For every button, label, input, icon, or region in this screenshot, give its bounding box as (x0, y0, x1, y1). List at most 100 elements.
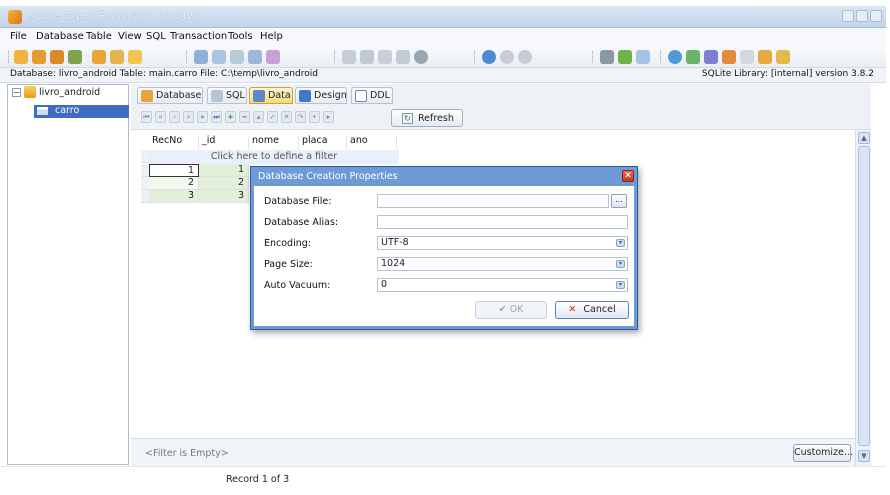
menu-file[interactable]: File (10, 31, 27, 42)
restore-icon[interactable] (110, 50, 124, 64)
attach-database-icon[interactable] (50, 50, 64, 64)
menu-tools[interactable]: Tools (228, 31, 253, 42)
column-header-recno[interactable]: RecNo (149, 135, 199, 149)
database-alias-field[interactable] (377, 215, 628, 229)
vacuum-icon[interactable] (128, 50, 142, 64)
empty-table-icon[interactable] (248, 50, 262, 64)
table-row-id-cell[interactable]: 2 (199, 177, 249, 190)
dialog-close-icon[interactable]: ✕ (622, 170, 634, 182)
table-row-recno-cell[interactable]: 3 (149, 190, 199, 203)
next-page-icon[interactable]: » (197, 111, 208, 123)
window-icon[interactable] (636, 50, 650, 64)
table-row-recno-cell[interactable]: 2 (149, 177, 199, 190)
insert-record-icon[interactable]: + (225, 111, 236, 123)
tab-database[interactable]: Database (137, 87, 203, 104)
tab-design[interactable]: Design (295, 87, 347, 104)
home-icon[interactable] (740, 50, 754, 64)
toolbar (0, 46, 886, 68)
tab-sql[interactable]: SQL (207, 87, 247, 104)
auto-vacuum-select[interactable]: 0 ▾ (377, 278, 628, 292)
post-edit-icon[interactable]: ✓ (267, 111, 278, 123)
scroll-up-icon[interactable]: ▲ (858, 132, 870, 144)
column-header-ano[interactable]: ano (347, 135, 397, 149)
next-record-icon[interactable]: › (183, 111, 194, 123)
app-icon (8, 10, 22, 24)
menu-transaction[interactable]: Transaction (170, 31, 227, 42)
stop-icon[interactable] (414, 50, 428, 64)
drop-table-icon[interactable] (266, 50, 280, 64)
filter-icon[interactable] (618, 50, 632, 64)
delete-record-icon[interactable]: − (239, 111, 250, 123)
settings-gear-icon[interactable] (600, 50, 614, 64)
copy-icon[interactable] (342, 50, 356, 64)
cancel-button[interactable]: ✕ Cancel (555, 301, 629, 319)
collapse-icon[interactable]: − (12, 88, 21, 97)
column-header-id[interactable]: _id (199, 135, 249, 149)
refresh-data-icon[interactable]: ↷ (295, 111, 306, 123)
goto-bookmark-icon[interactable]: ▸ (323, 111, 334, 123)
menu-sql[interactable]: SQL (146, 31, 166, 42)
info-bar: Database: livro_android Table: main.carr… (0, 68, 886, 83)
prior-page-icon[interactable]: « (155, 111, 166, 123)
column-header-placa[interactable]: placa (299, 135, 347, 149)
cancel-edit-icon[interactable]: ✕ (281, 111, 292, 123)
scroll-down-icon[interactable]: ▼ (858, 450, 870, 462)
refresh-button[interactable]: ↻ Refresh (391, 109, 463, 127)
detach-database-icon[interactable] (68, 50, 82, 64)
vertical-scrollbar[interactable]: ▲ ▼ (855, 130, 871, 466)
execute-icon[interactable] (482, 50, 496, 64)
commit-icon[interactable] (500, 50, 514, 64)
scissors-icon[interactable] (704, 50, 718, 64)
table-row-id-cell[interactable]: 1 (199, 164, 249, 177)
tree-node-database[interactable]: livro_android (39, 87, 100, 98)
table-row-id-cell[interactable]: 3 (199, 190, 249, 203)
rollback-icon[interactable] (518, 50, 532, 64)
export-icon[interactable] (758, 50, 772, 64)
menu-view[interactable]: View (118, 31, 142, 42)
menu-table[interactable]: Table (86, 31, 112, 42)
set-bookmark-icon[interactable]: • (309, 111, 320, 123)
design-table-icon[interactable] (212, 50, 226, 64)
filter-row[interactable]: Click here to define a filter (149, 150, 399, 164)
last-page-icon[interactable]: ⏭ (211, 111, 222, 123)
encoding-select[interactable]: UTF-8 ▾ (377, 236, 628, 250)
tree-icon[interactable] (686, 50, 700, 64)
tab-ddl[interactable]: DDL (351, 87, 393, 104)
rename-table-icon[interactable] (230, 50, 244, 64)
database-icon (24, 86, 36, 98)
database-file-field[interactable] (377, 194, 609, 208)
browse-button[interactable]: ... (611, 194, 627, 208)
backup-icon[interactable] (92, 50, 106, 64)
first-page-icon[interactable]: ⏮ (141, 111, 152, 123)
tab-database-label: Database (156, 90, 202, 101)
page-size-select[interactable]: 1024 ▾ (377, 257, 628, 271)
tab-data[interactable]: Data (249, 87, 293, 104)
cancel-button-label: Cancel (583, 304, 616, 315)
encoding-value: UTF-8 (381, 237, 409, 248)
import-icon[interactable] (776, 50, 790, 64)
toolbar-separator (334, 51, 336, 63)
close-window-button[interactable] (870, 10, 882, 22)
tab-data-label: Data (268, 90, 291, 101)
tab-ddl-label: DDL (370, 90, 390, 101)
menu-help[interactable]: Help (260, 31, 283, 42)
new-table-icon[interactable] (194, 50, 208, 64)
table-row-recno-cell[interactable]: 1 (149, 164, 199, 177)
minimize-button[interactable] (842, 10, 854, 22)
column-header-nome[interactable]: nome (249, 135, 299, 149)
menu-database[interactable]: Database (36, 31, 84, 42)
info-icon[interactable] (668, 50, 682, 64)
maximize-button[interactable] (856, 10, 868, 22)
edit-record-icon[interactable]: ▴ (253, 111, 264, 123)
new-database-icon[interactable] (14, 50, 28, 64)
open-database-icon[interactable] (32, 50, 46, 64)
tab-sql-label: SQL (226, 90, 245, 101)
undo-icon[interactable] (396, 50, 410, 64)
pencil-icon[interactable] (722, 50, 736, 64)
prior-record-icon[interactable]: ‹ (169, 111, 180, 123)
delete-icon[interactable] (378, 50, 392, 64)
ok-button[interactable]: ✔ OK (475, 301, 547, 319)
scroll-thumb[interactable] (858, 146, 870, 446)
customize-button[interactable]: Customize... (793, 444, 853, 462)
paste-icon[interactable] (360, 50, 374, 64)
